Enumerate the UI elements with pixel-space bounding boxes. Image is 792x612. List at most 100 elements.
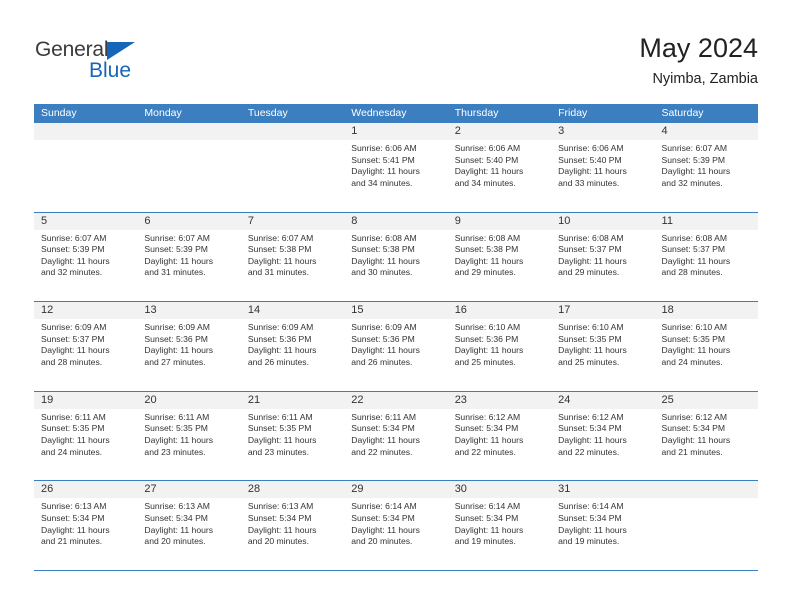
daylight-text-line1: Daylight: 11 hours bbox=[661, 345, 731, 356]
weekday-header-saturday: Saturday bbox=[661, 107, 704, 119]
day-number: 10 bbox=[558, 214, 571, 227]
general-blue-logo[interactable]: General Blue bbox=[35, 38, 255, 88]
daylight-text-line2: and 25 minutes. bbox=[558, 356, 620, 367]
daylight-text-line2: and 20 minutes. bbox=[144, 536, 206, 547]
day-cell[interactable]: 16 Sunrise: 6:10 AM Sunset: 5:36 PM Dayligh… bbox=[447, 302, 552, 391]
sunrise-text: Sunrise: 6:14 AM bbox=[558, 501, 624, 512]
day-cell[interactable]: 5 Sunrise: 6:07 AM Sunset: 5:39 PM Daylight… bbox=[34, 212, 138, 302]
day-cell[interactable]: 17 Sunrise: 6:10 AM Sunset: 5:35 PM Dayligh… bbox=[551, 302, 655, 391]
daylight-text-line1: Daylight: 11 hours bbox=[661, 166, 731, 177]
daylight-text-line1: Daylight: 11 hours bbox=[144, 434, 214, 445]
sunrise-text: Sunrise: 6:07 AM bbox=[41, 232, 107, 243]
daylight-text-line1: Daylight: 11 hours bbox=[41, 434, 110, 445]
day-number-band bbox=[344, 212, 448, 230]
day-number: 5 bbox=[41, 214, 48, 227]
sunset-text: Sunset: 5:37 PM bbox=[558, 244, 622, 255]
sunset-text: Sunset: 5:39 PM bbox=[144, 244, 208, 255]
day-cell[interactable]: 9 Sunrise: 6:08 AM Sunset: 5:38 PM Daylight… bbox=[447, 212, 552, 302]
day-cell[interactable]: 29 Sunrise: 6:14 AM Sunset: 5:34 PM Dayligh… bbox=[344, 481, 448, 570]
sunrise-text: Sunrise: 6:07 AM bbox=[144, 232, 210, 243]
day-cell[interactable]: 1 Sunrise: 6:06 AM Sunset: 5:41 PM Daylight… bbox=[344, 123, 448, 212]
day-details: Sunrise: 6:06 AM Sunset: 5:40 PM Daylight:… bbox=[448, 140, 551, 189]
daylight-text-line2: and 26 minutes. bbox=[351, 356, 413, 367]
day-cell[interactable]: 27 Sunrise: 6:13 AM Sunset: 5:34 PM Dayligh… bbox=[137, 481, 241, 570]
calendar-weeks: 1 Sunrise: 6:06 AM Sunset: 5:41 PM Daylight… bbox=[34, 123, 758, 571]
day-cell[interactable]: 12 Sunrise: 6:09 AM Sunset: 5:37 PM Dayligh… bbox=[34, 302, 138, 391]
daylight-text-line2: and 21 minutes. bbox=[41, 536, 103, 547]
day-details: Sunrise: 6:12 AM Sunset: 5:34 PM Daylight:… bbox=[448, 409, 551, 458]
sunset-text: Sunset: 5:34 PM bbox=[351, 512, 415, 523]
daylight-text-line2: and 29 minutes. bbox=[454, 267, 516, 278]
daylight-text-line2: and 31 minutes. bbox=[144, 267, 206, 278]
day-cell[interactable]: 18 Sunrise: 6:10 AM Sunset: 5:35 PM Dayligh… bbox=[654, 302, 758, 391]
day-cell[interactable]: 28 Sunrise: 6:13 AM Sunset: 5:34 PM Dayligh… bbox=[240, 481, 345, 570]
day-cell[interactable]: 26 Sunrise: 6:13 AM Sunset: 5:34 PM Dayligh… bbox=[34, 481, 138, 570]
sunset-text: Sunset: 5:35 PM bbox=[661, 333, 726, 344]
day-number: 31 bbox=[558, 483, 571, 496]
daylight-text-line1: Daylight: 11 hours bbox=[661, 255, 731, 266]
daylight-text-line1: Daylight: 11 hours bbox=[41, 524, 110, 535]
day-number: 11 bbox=[661, 214, 673, 227]
day-details: Sunrise: 6:08 AM Sunset: 5:37 PM Daylight:… bbox=[655, 230, 758, 279]
day-cell[interactable]: 15 Sunrise: 6:09 AM Sunset: 5:36 PM Dayligh… bbox=[344, 302, 448, 391]
sunrise-text: Sunrise: 6:14 AM bbox=[351, 501, 417, 512]
daylight-text-line1: Daylight: 11 hours bbox=[454, 345, 524, 356]
logo-triangle-icon bbox=[107, 42, 135, 60]
sunrise-text: Sunrise: 6:08 AM bbox=[351, 232, 417, 243]
sunrise-text: Sunrise: 6:08 AM bbox=[454, 232, 521, 243]
sunset-text: Sunset: 5:34 PM bbox=[454, 423, 519, 434]
day-number: 15 bbox=[351, 304, 364, 317]
daylight-text-line2: and 34 minutes. bbox=[454, 177, 516, 188]
day-cell[interactable]: 11 Sunrise: 6:08 AM Sunset: 5:37 PM Dayligh… bbox=[654, 212, 758, 302]
daylight-text-line1: Daylight: 11 hours bbox=[247, 524, 317, 535]
page-header: General Blue May 2024 Nyimba, Zambia bbox=[0, 0, 792, 100]
daylight-text-line2: and 23 minutes. bbox=[144, 446, 206, 457]
day-number: 25 bbox=[661, 393, 674, 406]
daylight-text-line2: and 21 minutes. bbox=[661, 446, 723, 457]
day-details: Sunrise: 6:13 AM Sunset: 5:34 PM Daylight:… bbox=[34, 498, 137, 547]
daylight-text-line2: and 28 minutes. bbox=[41, 356, 103, 367]
sunrise-text: Sunrise: 6:12 AM bbox=[454, 411, 521, 422]
day-cell[interactable]: 10 Sunrise: 6:08 AM Sunset: 5:37 PM Dayligh… bbox=[551, 212, 655, 302]
day-details: Sunrise: 6:14 AM Sunset: 5:34 PM Daylight:… bbox=[344, 498, 447, 547]
sunrise-text: Sunrise: 6:13 AM bbox=[144, 501, 210, 512]
day-number: 30 bbox=[454, 483, 467, 496]
day-number: 12 bbox=[41, 304, 54, 317]
sunrise-text: Sunrise: 6:09 AM bbox=[351, 322, 417, 333]
day-cell[interactable]: 2 Sunrise: 6:06 AM Sunset: 5:40 PM Daylight… bbox=[447, 123, 552, 212]
daylight-text-line2: and 32 minutes. bbox=[41, 267, 103, 278]
day-cell[interactable]: 8 Sunrise: 6:08 AM Sunset: 5:38 PM Daylight… bbox=[344, 212, 448, 302]
daylight-text-line2: and 27 minutes. bbox=[144, 356, 206, 367]
day-cell[interactable]: 14 Sunrise: 6:09 AM Sunset: 5:36 PM Dayligh… bbox=[240, 302, 345, 391]
day-cell[interactable]: 30 Sunrise: 6:14 AM Sunset: 5:34 PM Dayligh… bbox=[447, 481, 552, 570]
day-details: Sunrise: 6:11 AM Sunset: 5:34 PM Daylight:… bbox=[344, 409, 447, 458]
day-cell[interactable]: 13 Sunrise: 6:09 AM Sunset: 5:36 PM Dayligh… bbox=[137, 302, 241, 391]
day-cell[interactable]: 7 Sunrise: 6:07 AM Sunset: 5:38 PM Daylight… bbox=[240, 212, 345, 302]
day-cell[interactable]: 3 Sunrise: 6:06 AM Sunset: 5:40 PM Daylight… bbox=[551, 123, 655, 212]
sunset-text: Sunset: 5:34 PM bbox=[144, 512, 208, 523]
weekday-header-tuesday: Tuesday bbox=[247, 107, 288, 119]
day-number: 2 bbox=[454, 125, 461, 137]
page-subtitle: Nyimba, Zambia bbox=[652, 71, 758, 87]
day-cell[interactable]: 31 Sunrise: 6:14 AM Sunset: 5:34 PM Dayligh… bbox=[551, 481, 655, 570]
day-cell[interactable]: 21 Sunrise: 6:11 AM Sunset: 5:35 PM Dayligh… bbox=[240, 391, 345, 481]
daylight-text-line2: and 31 minutes. bbox=[247, 267, 309, 278]
day-cell[interactable]: 24 Sunrise: 6:12 AM Sunset: 5:34 PM Dayligh… bbox=[551, 391, 655, 481]
daylight-text-line1: Daylight: 11 hours bbox=[41, 345, 110, 356]
sunset-text: Sunset: 5:34 PM bbox=[351, 423, 415, 434]
day-cell[interactable]: 4 Sunrise: 6:07 AM Sunset: 5:39 PM Daylight… bbox=[654, 123, 758, 212]
day-cell[interactable]: 20 Sunrise: 6:11 AM Sunset: 5:35 PM Dayligh… bbox=[137, 391, 241, 481]
day-number-band bbox=[137, 123, 241, 140]
day-details: Sunrise: 6:10 AM Sunset: 5:35 PM Daylight:… bbox=[655, 319, 758, 368]
day-cell[interactable]: 19 Sunrise: 6:11 AM Sunset: 5:35 PM Dayligh… bbox=[34, 391, 138, 481]
page-title: May 2024 bbox=[639, 33, 758, 63]
day-cell[interactable]: 6 Sunrise: 6:07 AM Sunset: 5:39 PM Daylight… bbox=[137, 212, 241, 302]
day-cell[interactable]: 23 Sunrise: 6:12 AM Sunset: 5:34 PM Dayligh… bbox=[447, 391, 552, 481]
day-cell[interactable]: 25 Sunrise: 6:12 AM Sunset: 5:34 PM Dayligh… bbox=[654, 391, 758, 481]
day-details: Sunrise: 6:08 AM Sunset: 5:38 PM Daylight:… bbox=[344, 230, 447, 279]
sunset-text: Sunset: 5:34 PM bbox=[558, 423, 622, 434]
day-cell[interactable]: 22 Sunrise: 6:11 AM Sunset: 5:34 PM Dayligh… bbox=[344, 391, 448, 481]
day-details: Sunrise: 6:07 AM Sunset: 5:38 PM Daylight:… bbox=[241, 230, 344, 279]
sunset-text: Sunset: 5:39 PM bbox=[41, 244, 105, 255]
daylight-text-line2: and 24 minutes. bbox=[661, 356, 723, 367]
